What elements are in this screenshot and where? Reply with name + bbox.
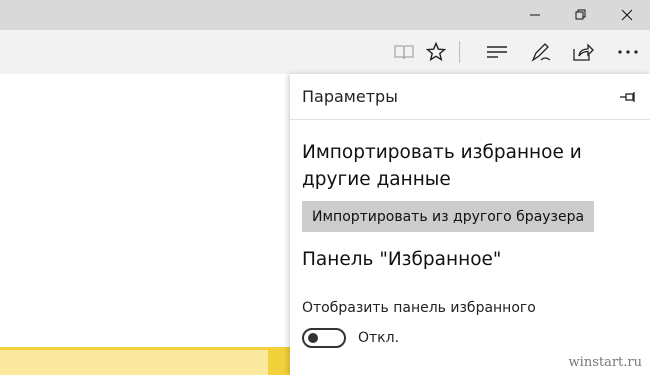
page-yellow-strip [0,347,268,375]
toggle-state-label: Откл. [358,330,400,346]
share-icon [573,43,594,61]
more-button[interactable] [608,30,648,74]
favorites-bar-toggle[interactable] [302,328,346,348]
browser-toolbar [0,30,650,74]
web-note-button[interactable] [521,30,561,74]
settings-title: Параметры [302,87,398,106]
restore-button[interactable] [558,0,604,30]
page-yellow-block [268,347,290,375]
minimize-icon [530,14,540,16]
import-heading: Импортировать избранное и другие данные [302,142,582,190]
favorite-star-icon [426,42,446,62]
restore-icon [575,9,586,20]
favorites-bar-heading: Панель "Избранное" [302,249,502,270]
show-favorites-bar-label: Отобразить панель избранного [302,300,536,316]
share-button[interactable] [563,30,603,74]
watermark: winstart.ru [568,355,642,370]
favorite-button[interactable] [416,30,456,74]
toggle-knob [308,333,318,343]
pin-button[interactable] [618,87,638,107]
hub-button[interactable] [477,30,517,74]
settings-header: Параметры [290,74,650,120]
web-note-icon [531,43,551,62]
hub-icon [487,46,507,58]
settings-panel: Параметры Импортировать избранное и друг… [290,74,650,375]
close-icon [621,9,633,21]
toolbar-separator [459,41,460,63]
close-button[interactable] [604,0,650,30]
pin-icon [620,92,635,102]
reading-view-icon [394,45,414,60]
minimize-button[interactable] [512,0,558,30]
more-icon [618,50,638,54]
title-bar [0,0,650,30]
import-from-browser-button[interactable]: Импортировать из другого браузера [302,201,595,232]
web-content [0,74,290,375]
